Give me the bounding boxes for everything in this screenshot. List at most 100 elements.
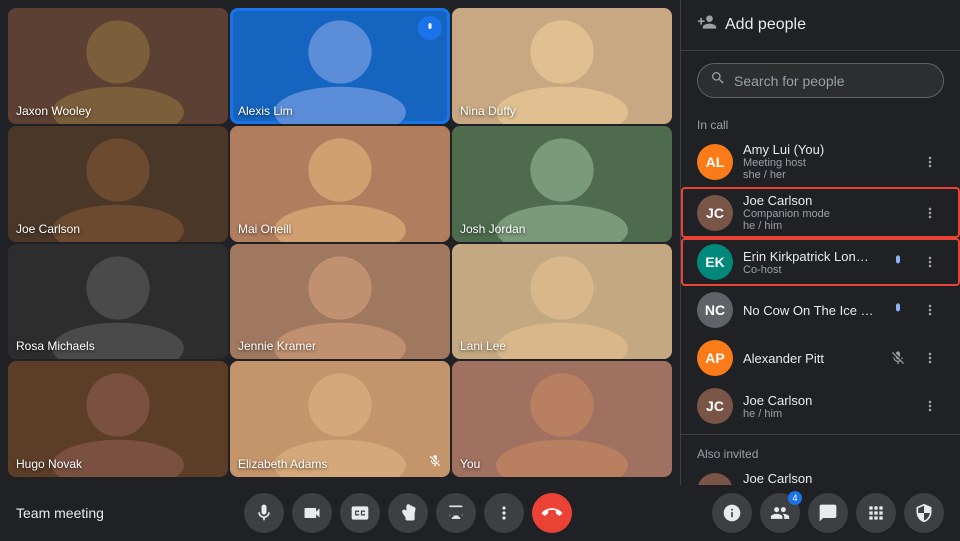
camera-button[interactable] bbox=[292, 493, 332, 533]
main-area: Jaxon Wooley Alexis Lim Nina Duffy Joe C… bbox=[0, 0, 960, 485]
participant-info: Joe CarlsonOptionalSE-STO-KUN bbox=[743, 471, 906, 485]
participant-sub: he / him bbox=[743, 220, 906, 232]
avatar: AP bbox=[697, 340, 733, 376]
video-tile-alexis-lim[interactable]: Alexis Lim bbox=[230, 8, 450, 124]
video-tile-mai-oneill[interactable]: Mai Oneill bbox=[230, 126, 450, 242]
more-options-icon[interactable] bbox=[916, 477, 944, 486]
chat-button[interactable] bbox=[808, 493, 848, 533]
participant-item[interactable]: NC No Cow On The Ice (se-sto... bbox=[681, 286, 960, 334]
tile-name: Elizabeth Adams bbox=[238, 457, 327, 471]
tile-name: Lani Lee bbox=[460, 339, 506, 353]
participants-list: In call AL Amy Lui (You)Meeting hostshe /… bbox=[681, 110, 960, 485]
video-tile-josh-jordan[interactable]: Josh Jordan bbox=[452, 126, 672, 242]
video-tile-rosa-michaels[interactable]: Rosa Michaels bbox=[8, 244, 228, 360]
participant-item[interactable]: AP Alexander Pitt bbox=[681, 334, 960, 382]
toolbar-right: 4 bbox=[712, 493, 944, 533]
add-people-icon bbox=[697, 12, 717, 38]
info-button[interactable] bbox=[712, 493, 752, 533]
participant-actions bbox=[884, 344, 944, 372]
toolbar: Team meeting 4 bbox=[0, 485, 960, 541]
tile-name: Nina Duffy bbox=[460, 104, 516, 118]
participant-name: No Cow On The Ice (se-sto... bbox=[743, 303, 874, 318]
people-button[interactable]: 4 bbox=[760, 493, 800, 533]
video-tile-jennie-kramer[interactable]: Jennie Kramer bbox=[230, 244, 450, 360]
video-tile-jaxon-wooley[interactable]: Jaxon Wooley bbox=[8, 8, 228, 124]
tile-name: Josh Jordan bbox=[460, 222, 525, 236]
participant-name: Alexander Pitt bbox=[743, 351, 874, 366]
invited-list: JC Joe CarlsonOptionalSE-STO-KUNJC Joe Car… bbox=[681, 465, 960, 485]
avatar: JC bbox=[697, 195, 733, 231]
right-panel: Add people In call AL Amy Lui (You)Meetin… bbox=[680, 0, 960, 485]
participant-sub: Meeting host bbox=[743, 157, 906, 169]
participant-sub: Companion mode bbox=[743, 208, 906, 220]
more-options-button[interactable] bbox=[484, 493, 524, 533]
participant-item[interactable]: JC Joe CarlsonOptionalSE-STO-KUN bbox=[681, 465, 960, 485]
video-tile-joe-carlson[interactable]: Joe Carlson bbox=[8, 126, 228, 242]
tile-name: Mai Oneill bbox=[238, 222, 291, 236]
more-options-icon[interactable] bbox=[916, 344, 944, 372]
audio-icon[interactable] bbox=[884, 248, 912, 276]
more-options-icon[interactable] bbox=[916, 148, 944, 176]
more-options-icon[interactable] bbox=[916, 296, 944, 324]
avatar: AL bbox=[697, 144, 733, 180]
video-tile-you[interactable]: You bbox=[452, 361, 672, 477]
avatar: JC bbox=[697, 388, 733, 424]
more-options-icon[interactable] bbox=[916, 392, 944, 420]
video-tile-elizabeth-adams[interactable]: Elizabeth Adams bbox=[230, 361, 450, 477]
participant-sub: she / her bbox=[743, 169, 906, 181]
mic-off-icon[interactable] bbox=[884, 344, 912, 372]
tile-name: Rosa Michaels bbox=[16, 339, 95, 353]
tile-name: Joe Carlson bbox=[16, 222, 80, 236]
mic-off-icon bbox=[428, 454, 442, 471]
video-tile-hugo-novak[interactable]: Hugo Novak bbox=[8, 361, 228, 477]
tile-name: Jaxon Wooley bbox=[16, 104, 91, 118]
toolbar-center bbox=[244, 493, 572, 533]
participant-info: No Cow On The Ice (se-sto... bbox=[743, 303, 874, 318]
raise-hand-button[interactable] bbox=[388, 493, 428, 533]
search-box[interactable] bbox=[697, 63, 944, 98]
audio-icon[interactable] bbox=[884, 296, 912, 324]
participant-info: Joe CarlsonCompanion modehe / him bbox=[743, 193, 906, 232]
in-call-list: AL Amy Lui (You)Meeting hostshe / her JC Jo… bbox=[681, 136, 960, 430]
participant-info: Joe Carlsonhe / him bbox=[743, 393, 906, 420]
avatar: NC bbox=[697, 292, 733, 328]
tile-name: You bbox=[460, 457, 480, 471]
video-tile-lani-lee[interactable]: Lani Lee bbox=[452, 244, 672, 360]
search-input[interactable] bbox=[734, 73, 931, 89]
in-call-label: In call bbox=[681, 110, 960, 136]
panel-header: Add people bbox=[681, 0, 960, 51]
security-button[interactable] bbox=[904, 493, 944, 533]
present-button[interactable] bbox=[436, 493, 476, 533]
participant-name: Amy Lui (You) bbox=[743, 142, 906, 157]
audio-active-icon bbox=[418, 16, 442, 40]
end-call-button[interactable] bbox=[532, 493, 572, 533]
mic-button[interactable] bbox=[244, 493, 284, 533]
participant-sub: he / him bbox=[743, 408, 906, 420]
avatar: JC bbox=[697, 473, 733, 486]
participant-item[interactable]: JC Joe CarlsonCompanion modehe / him bbox=[681, 187, 960, 238]
participant-item[interactable]: EKErin Kirkpatrick Long nam...Co-host bbox=[681, 238, 960, 286]
also-invited-label: Also invited bbox=[681, 439, 960, 465]
tile-name: Hugo Novak bbox=[16, 457, 82, 471]
participant-info: Amy Lui (You)Meeting hostshe / her bbox=[743, 142, 906, 181]
participant-actions bbox=[916, 199, 944, 227]
avatar: EK bbox=[697, 244, 733, 280]
participant-actions bbox=[916, 148, 944, 176]
toolbar-left: Team meeting bbox=[16, 505, 104, 521]
participant-actions bbox=[916, 392, 944, 420]
search-icon bbox=[710, 70, 726, 91]
tile-name: Alexis Lim bbox=[238, 104, 293, 118]
meeting-title: Team meeting bbox=[16, 505, 104, 521]
video-grid: Jaxon Wooley Alexis Lim Nina Duffy Joe C… bbox=[0, 0, 680, 485]
participant-item[interactable]: JC Joe Carlsonhe / him bbox=[681, 382, 960, 430]
more-options-icon[interactable] bbox=[916, 199, 944, 227]
participant-item[interactable]: AL Amy Lui (You)Meeting hostshe / her bbox=[681, 136, 960, 187]
activities-button[interactable] bbox=[856, 493, 896, 533]
participant-sub: Co-host bbox=[743, 264, 874, 276]
participant-actions bbox=[884, 296, 944, 324]
video-tile-nina-duffy[interactable]: Nina Duffy bbox=[452, 8, 672, 124]
more-options-icon[interactable] bbox=[916, 248, 944, 276]
captions-button[interactable] bbox=[340, 493, 380, 533]
panel-title: Add people bbox=[725, 16, 806, 34]
participant-actions bbox=[884, 248, 944, 276]
